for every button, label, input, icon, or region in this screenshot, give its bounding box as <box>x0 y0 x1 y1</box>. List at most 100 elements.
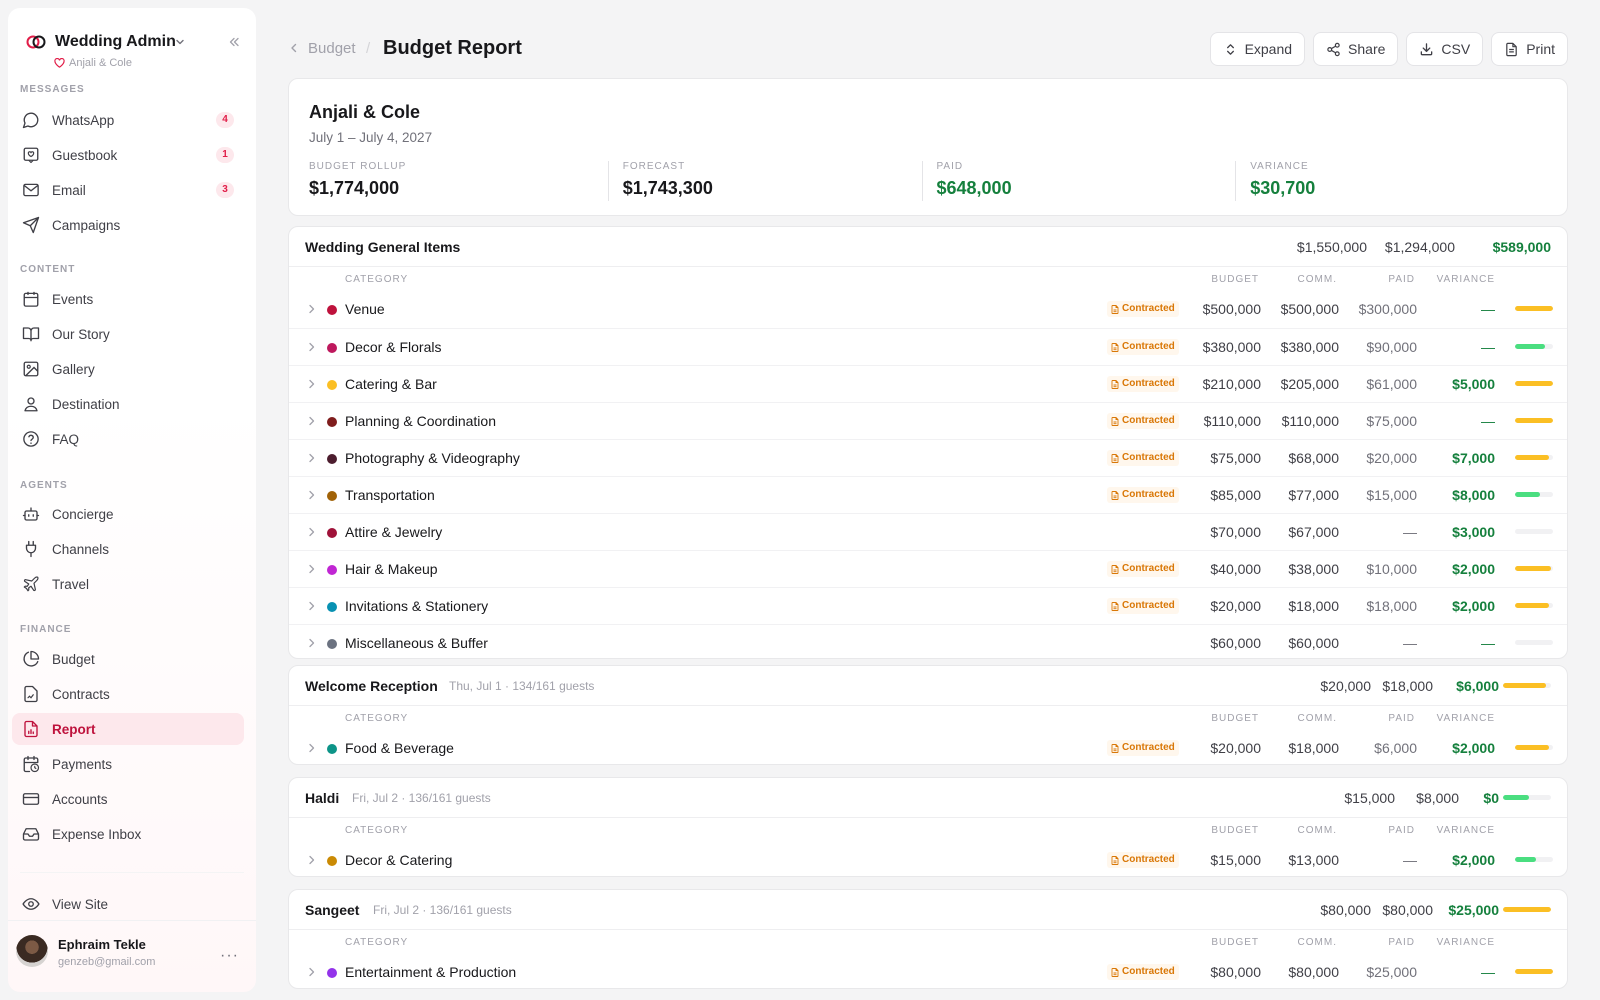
sidebar-item-label: Contracts <box>52 686 110 702</box>
category-row[interactable]: Invitations & Stationery Contracted $20,00… <box>289 587 1567 624</box>
share-button[interactable]: Share <box>1313 32 1399 66</box>
cell-committed: $500,000 <box>1280 301 1339 317</box>
document-icon <box>1111 855 1119 865</box>
sidebar-item-concierge[interactable]: Concierge <box>12 498 244 530</box>
chevron-right-icon[interactable] <box>307 304 316 314</box>
more-options-icon[interactable]: ··· <box>220 947 239 965</box>
group-progress-bar <box>1503 907 1551 912</box>
group-header[interactable]: Haldi Fri, Jul 2 · 136/161 guests $0 $8,000… <box>289 778 1567 818</box>
sidebar-item-report[interactable]: Report <box>12 713 244 745</box>
category-row[interactable]: Photography & Videography Contracted $75,0… <box>289 439 1567 476</box>
sidebar-item-gallery[interactable]: Gallery <box>12 353 244 385</box>
sidebar-item-campaigns[interactable]: Campaigns <box>12 209 244 241</box>
cell-variance: — <box>1481 964 1495 980</box>
stat-forecast: FORECAST $1,743,300 <box>607 161 922 201</box>
col-committed: COMM. <box>1297 825 1337 836</box>
chevron-right-icon[interactable] <box>307 638 316 648</box>
cell-budget: $110,000 <box>1203 413 1261 429</box>
sidebar-item-channels[interactable]: Channels <box>12 533 244 565</box>
sidebar-item-faq[interactable]: FAQ <box>12 423 244 455</box>
category-name: Food & Beverage <box>345 740 454 756</box>
user-profile[interactable]: Ephraim Tekle genzeb@gmail.com ··· <box>8 920 256 992</box>
spend-progress-bar <box>1515 381 1553 386</box>
chevron-right-icon[interactable] <box>307 855 316 865</box>
category-row[interactable]: Transportation Contracted $85,000 $77,000 $1… <box>289 476 1567 513</box>
sidebar-item-label: Email <box>52 182 86 198</box>
group-title: Sangeet <box>305 902 360 918</box>
contracted-label: Contracted <box>1122 489 1175 500</box>
print-button[interactable]: Print <box>1491 32 1568 66</box>
group-header[interactable]: Welcome Reception Thu, Jul 1 · 134/161 gu… <box>289 666 1567 706</box>
sidebar-item-events[interactable]: Events <box>12 283 244 315</box>
spend-progress-fill <box>1515 745 1550 750</box>
chevron-right-icon[interactable] <box>307 527 316 537</box>
group-total-committed: $80,000 <box>1382 902 1433 918</box>
category-row[interactable]: Entertainment & Production Contracted $80,… <box>289 954 1567 988</box>
document-icon <box>1111 564 1119 574</box>
sidebar-item-travel[interactable]: Travel <box>12 568 244 600</box>
chevron-right-icon[interactable] <box>307 601 316 611</box>
category-row[interactable]: Attire & Jewelry $70,000 $67,000 — $3,000 <box>289 513 1567 550</box>
category-row[interactable]: Food & Beverage Contracted $20,000 $18,000 $… <box>289 730 1567 764</box>
sidebar-item-whatsapp[interactable]: WhatsApp 4 <box>12 104 244 136</box>
contracted-badge: Contracted <box>1107 413 1179 429</box>
sidebar-item-expense-inbox[interactable]: Expense Inbox <box>12 818 244 850</box>
sidebar-item-email[interactable]: Email 3 <box>12 174 244 206</box>
sidebar-item-guestbook[interactable]: Guestbook 1 <box>12 139 244 171</box>
pie-chart-icon <box>23 650 40 667</box>
cell-paid: — <box>1403 635 1417 651</box>
cell-paid: $300,000 <box>1358 301 1417 317</box>
group-total-paid: $589,000 <box>1492 239 1551 255</box>
sidebar-item-label: Accounts <box>52 791 108 807</box>
breadcrumb-separator: / <box>366 40 371 57</box>
chevron-right-icon[interactable] <box>307 743 316 753</box>
sidebar-item-our-story[interactable]: Our Story <box>12 318 244 350</box>
category-row[interactable]: Decor & Florals Contracted $380,000 $380,00… <box>289 328 1567 365</box>
sidebar-item-accounts[interactable]: Accounts <box>12 783 244 815</box>
cell-budget: $85,000 <box>1210 487 1261 503</box>
spend-progress-fill <box>1515 418 1553 423</box>
chevron-right-icon[interactable] <box>307 416 316 426</box>
map-pin-icon <box>24 397 38 412</box>
view-site-link[interactable]: View Site <box>12 888 244 920</box>
category-row[interactable]: Planning & Coordination Contracted $110,00… <box>289 402 1567 439</box>
category-name: Venue <box>345 301 385 317</box>
group-header[interactable]: Sangeet Fri, Jul 2 · 136/161 guests $25,00… <box>289 890 1567 930</box>
chevron-right-icon[interactable] <box>307 564 316 574</box>
brand-switcher[interactable]: Wedding Admin Anjali & Cole <box>18 20 248 78</box>
chevron-right-icon[interactable] <box>307 490 316 500</box>
chevron-left-icon[interactable] <box>288 42 300 54</box>
group-title: Welcome Reception <box>305 678 438 694</box>
sidebar-item-destination[interactable]: Destination <box>12 388 244 420</box>
category-row[interactable]: Decor & Catering Contracted $15,000 $13,000… <box>289 842 1567 876</box>
sidebar-item-label: Expense Inbox <box>52 826 142 842</box>
sidebar-item-budget[interactable]: Budget <box>12 643 244 675</box>
cell-committed: $380,000 <box>1280 339 1339 355</box>
message-circle-icon <box>22 112 39 129</box>
chevron-right-icon[interactable] <box>307 453 316 463</box>
chevron-right-icon[interactable] <box>307 342 316 352</box>
category-color-dot <box>327 417 337 427</box>
cell-budget: $20,000 <box>1210 740 1261 756</box>
credit-card-icon <box>22 793 40 805</box>
expand-button[interactable]: Expand <box>1209 32 1306 66</box>
category-row[interactable]: Miscellaneous & Buffer $60,000 $60,000 — — <box>289 624 1567 658</box>
breadcrumb-budget[interactable]: Budget <box>308 40 356 57</box>
chevron-right-icon[interactable] <box>307 967 316 977</box>
sidebar-item-payments[interactable]: Payments <box>12 748 244 780</box>
csv-button[interactable]: CSV <box>1406 32 1484 66</box>
category-row[interactable]: Catering & Bar Contracted $210,000 $205,000… <box>289 365 1567 402</box>
sidebar-nav[interactable]: MESSAGES WhatsApp 4 Guestbook 1 Email 3 … <box>8 82 256 872</box>
cell-budget: $75,000 <box>1210 450 1261 466</box>
expand-icon <box>1226 43 1234 55</box>
group-meta: Fri, Jul 2 · 136/161 guests <box>373 903 512 917</box>
group-header[interactable]: Wedding General Items $589,000 $1,294,000 $… <box>289 227 1567 267</box>
chevron-right-icon[interactable] <box>307 379 316 389</box>
cell-committed: $60,000 <box>1288 635 1339 651</box>
category-row[interactable]: Venue Contracted $500,000 $500,000 $300,000 — <box>289 291 1567 328</box>
cell-variance: $2,000 <box>1452 852 1495 868</box>
collapse-sidebar-icon[interactable] <box>227 35 241 49</box>
category-row[interactable]: Hair & Makeup Contracted $40,000 $38,000 $10… <box>289 550 1567 587</box>
sidebar-item-contracts[interactable]: Contracts <box>12 678 244 710</box>
cell-variance: — <box>1481 301 1495 317</box>
